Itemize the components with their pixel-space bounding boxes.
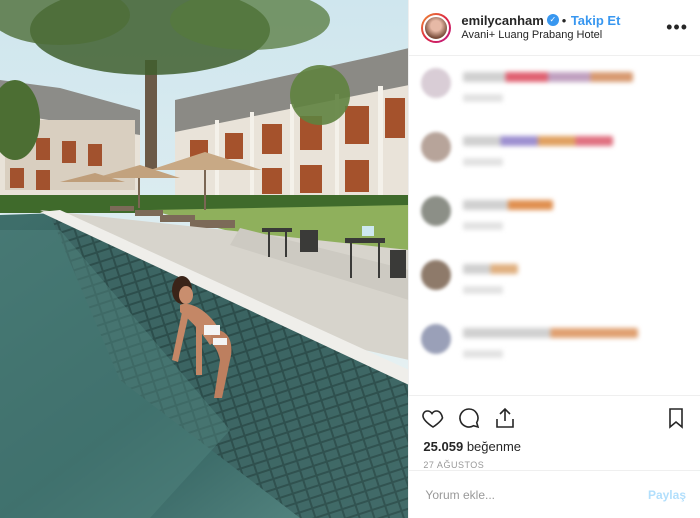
comment-text-blurred [463,72,634,82]
comment-meta-blurred [463,350,504,358]
comment-body [463,256,688,294]
comment-item [421,256,688,320]
like-count-number: 25.059 [423,439,464,454]
comment-item [421,128,688,192]
comment-text-blurred [463,136,614,146]
comment-body [463,64,688,102]
comment-meta-blurred [463,158,504,166]
comment-avatar[interactable] [421,196,452,226]
comment-meta-blurred [463,286,504,294]
like-count[interactable]: 25.059 beğenme [409,439,700,454]
comment-body [463,128,688,166]
comment-text-blurred [463,200,554,210]
comment-body [463,320,688,358]
bookmark-icon[interactable] [664,406,688,430]
comment-icon[interactable] [457,406,481,430]
comment-avatar[interactable] [421,324,452,354]
comment-meta-blurred [463,222,504,230]
location-link[interactable]: Avani+ Luang Prabang Hotel [461,28,666,43]
comment-avatar[interactable] [421,68,452,98]
comment-text-blurred [463,264,519,274]
username-link[interactable]: emilycanham [461,13,543,28]
more-horizontal-icon[interactable]: ••• [666,17,688,38]
verified-badge-icon: ✓ [546,14,559,27]
comment-item [421,64,688,128]
comment-avatar[interactable] [421,132,452,162]
follow-button[interactable]: Takip Et [571,13,621,28]
post-sidebar: emilycanham ✓ • Takip Et Avani+ Luang Prab… [408,0,700,518]
comments-list [409,56,700,395]
post-photo[interactable] [0,0,409,518]
add-comment-bar: Paylaş [409,470,700,518]
header-text: emilycanham ✓ • Takip Et Avani+ Luang Prab… [461,13,666,43]
post-header: emilycanham ✓ • Takip Et Avani+ Luang Prab… [409,0,700,56]
instagram-post: emilycanham ✓ • Takip Et Avani+ Luang Prab… [0,0,700,518]
post-date: 27 AĞUSTOS [423,460,485,470]
share-icon[interactable] [493,406,517,430]
action-bar [409,395,700,439]
comment-text-blurred [463,328,639,338]
avatar[interactable] [421,12,452,43]
post-comment-button[interactable]: Paylaş [648,488,686,502]
comment-body [463,192,688,230]
like-count-label: beğenme [466,439,522,454]
pool-photo-image [0,0,409,518]
comment-item [421,320,688,384]
heart-icon[interactable] [421,406,445,430]
comment-avatar[interactable] [421,260,452,290]
separator-dot: • [561,12,567,28]
avatar-image [423,14,450,41]
comment-item [421,192,688,256]
comment-meta-blurred [463,94,504,102]
comment-input[interactable] [423,486,648,503]
